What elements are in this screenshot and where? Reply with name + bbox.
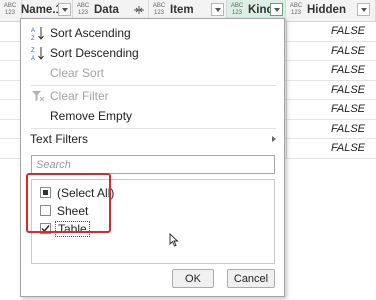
hidden-cell[interactable]: FALSE [286, 100, 373, 119]
highlight-annotation [26, 173, 111, 233]
text-type-icon[interactable]: ABC 123 [3, 3, 17, 17]
hidden-cell[interactable]: FALSE [286, 119, 373, 138]
sort-descending-item[interactable]: Z A Sort Descending [21, 43, 284, 63]
hidden-cell[interactable]: FALSE [286, 139, 373, 158]
text-type-icon[interactable]: ABC 123 [289, 3, 303, 17]
menu-label: Clear Sort [50, 66, 105, 80]
menu-label: Sort Descending [50, 46, 139, 60]
svg-text:Z: Z [31, 36, 35, 41]
column-title: Name.1 [21, 4, 62, 16]
text-type-icon[interactable]: ABC 123 [76, 3, 90, 17]
svg-text:A: A [31, 56, 35, 61]
menu-label: Text Filters [30, 132, 89, 146]
remove-empty-item[interactable]: Remove Empty [21, 106, 284, 126]
clear-filter-item[interactable]: Clear Filter [21, 86, 284, 106]
hidden-cell[interactable]: FALSE [286, 80, 373, 99]
clear-sort-item[interactable]: Clear Sort [21, 63, 284, 83]
column-title: Item [170, 4, 194, 16]
clear-filter-icon [31, 89, 45, 103]
submenu-arrow-icon [272, 136, 276, 142]
svg-text:A: A [31, 28, 35, 34]
menu-label: Clear Filter [50, 89, 109, 103]
column-filter-button-active[interactable] [270, 3, 283, 16]
mouse-cursor-icon [169, 232, 179, 250]
menu-label: Sort Ascending [50, 26, 131, 40]
search-input[interactable] [31, 155, 275, 174]
ok-button[interactable]: OK [172, 269, 214, 288]
sort-ascending-icon: A Z [31, 26, 45, 42]
column-filter-button[interactable] [211, 3, 224, 16]
sort-descending-icon: Z A [31, 46, 45, 62]
column-filter-button[interactable] [357, 3, 370, 16]
column-filter-menu: A Z Sort Ascending Z A Sort Descending C… [20, 18, 285, 297]
text-filters-item[interactable]: Text Filters [21, 129, 284, 149]
hidden-cell[interactable]: FALSE [286, 41, 373, 60]
sort-ascending-item[interactable]: A Z Sort Ascending [21, 23, 284, 43]
text-type-icon[interactable]: ABC 123 [152, 3, 166, 17]
text-type-icon[interactable]: ABC 123 [230, 3, 244, 17]
column-header-hidden[interactable]: ABC 123 Hidden [286, 0, 376, 21]
menu-label: Remove Empty [50, 109, 133, 123]
hidden-cell[interactable]: FALSE [286, 22, 373, 41]
cancel-button[interactable]: Cancel [227, 269, 275, 288]
column-title: Hidden [307, 4, 346, 16]
svg-text:Z: Z [31, 48, 35, 54]
hidden-cell[interactable]: FALSE [286, 61, 373, 80]
column-title: Data [94, 4, 119, 16]
column-filter-button[interactable] [58, 3, 71, 16]
expand-column-icon[interactable] [133, 4, 145, 16]
